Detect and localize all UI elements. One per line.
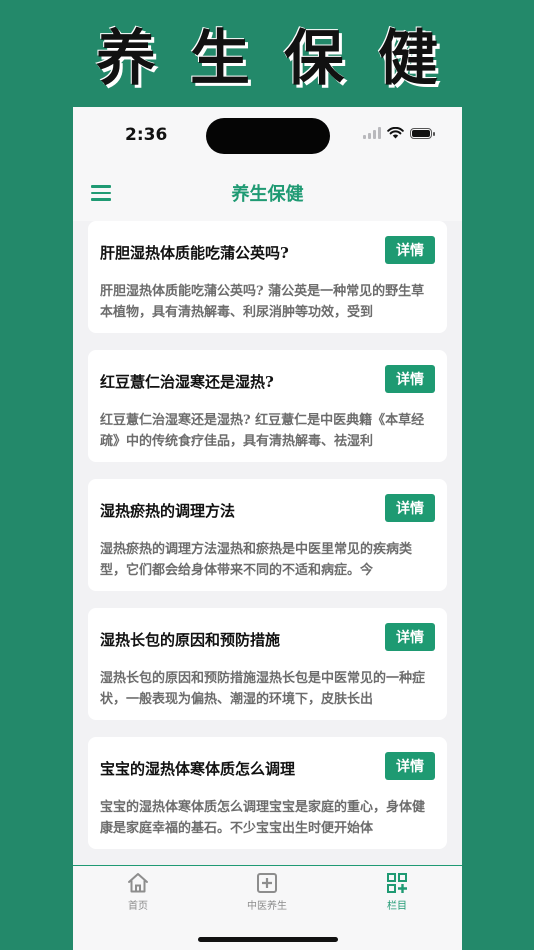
article-summary: 湿热瘀热的调理方法湿热和瘀热是中医里常见的疾病类型，它们都会给身体带来不同的不适… (100, 542, 413, 578)
dynamic-island (206, 118, 330, 154)
page-title: 养生保健 (231, 184, 304, 205)
cellular-signal-icon (363, 127, 381, 139)
tab-label: 首页 (128, 901, 148, 912)
wifi-icon (387, 127, 404, 139)
tab-home[interactable]: 首页 (88, 872, 188, 912)
tab-label: 中医养生 (247, 901, 287, 912)
status-bar: 2:36 (73, 107, 462, 163)
home-icon (128, 873, 148, 893)
tab-columns[interactable]: 栏目 (347, 872, 447, 912)
detail-button[interactable]: 详情 (385, 236, 435, 264)
detail-button[interactable]: 详情 (385, 752, 435, 780)
article-summary: 肝胆湿热体质能吃蒲公英吗? 蒲公英是一种常见的野生草本植物，具有清热解毒、利尿消… (100, 284, 425, 320)
phone-screen: 2:36 养生保健 肝胆湿热体质能吃蒲公英吗? 详情 肝胆湿热体质能吃蒲公英吗?… (73, 107, 462, 950)
tab-label: 栏目 (387, 901, 407, 912)
banner-title: 养生保健 (96, 24, 472, 94)
detail-button[interactable]: 详情 (385, 494, 435, 522)
article-summary: 湿热长包的原因和预防措施湿热长包是中医常见的一种症状，一般表现为偏热、潮湿的环境… (100, 671, 426, 707)
status-time: 2:36 (125, 125, 168, 145)
article-card[interactable]: 湿热瘀热的调理方法 详情 湿热瘀热的调理方法湿热和瘀热是中医里常见的疾病类型，它… (88, 479, 447, 591)
qr-grid-icon (387, 873, 407, 893)
nav-bar: 养生保健 (73, 163, 462, 221)
article-card[interactable]: 宝宝的湿热体寒体质怎么调理 详情 宝宝的湿热体寒体质怎么调理宝宝是家庭的重心，身… (88, 737, 447, 849)
article-title: 宝宝的湿热体寒体质怎么调理 (100, 760, 296, 778)
article-card[interactable]: 肝胆湿热体质能吃蒲公英吗? 详情 肝胆湿热体质能吃蒲公英吗? 蒲公英是一种常见的… (88, 221, 447, 333)
status-icons (363, 127, 435, 139)
article-summary: 宝宝的湿热体寒体质怎么调理宝宝是家庭的重心，身体健康是家庭幸福的基石。不少宝宝出… (100, 800, 426, 836)
battery-icon (410, 127, 435, 139)
article-title: 红豆薏仁治湿寒还是湿热? (100, 373, 274, 391)
home-indicator (198, 937, 338, 942)
article-card[interactable]: 红豆薏仁治湿寒还是湿热? 详情 红豆薏仁治湿寒还是湿热? 红豆薏仁是中医典籍《本… (88, 350, 447, 462)
detail-button[interactable]: 详情 (385, 365, 435, 393)
detail-button[interactable]: 详情 (385, 623, 435, 651)
article-title: 肝胆湿热体质能吃蒲公英吗? (100, 244, 289, 262)
article-title: 湿热长包的原因和预防措施 (100, 631, 281, 649)
tab-tcm-health[interactable]: 中医养生 (217, 872, 317, 912)
article-summary: 红豆薏仁治湿寒还是湿热? 红豆薏仁是中医典籍《本草经疏》中的传统食疗佳品，具有清… (100, 413, 425, 449)
medical-cross-icon (257, 873, 277, 893)
top-banner: 养生保健 (0, 0, 534, 107)
article-title: 湿热瘀热的调理方法 (100, 502, 236, 520)
article-card[interactable]: 湿热长包的原因和预防措施 详情 湿热长包的原因和预防措施湿热长包是中医常见的一种… (88, 608, 447, 720)
